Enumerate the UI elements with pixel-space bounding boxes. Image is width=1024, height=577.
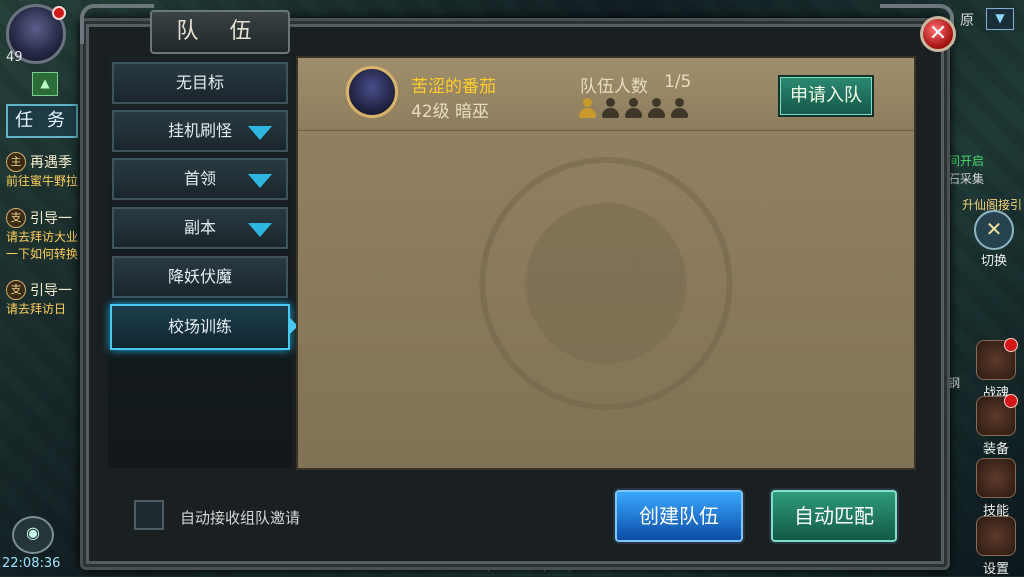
panel-title: 队 伍	[150, 10, 290, 54]
clock: 22:08:36	[2, 556, 61, 571]
side-button-label: 装备	[982, 442, 1009, 457]
category-label: 副本	[183, 218, 216, 237]
team-count-value: 1/5	[664, 72, 692, 92]
member-empty-icon	[647, 98, 665, 118]
quest-item[interactable]: 支引导一 请去拜访日	[6, 280, 88, 317]
switch-label: 切换	[980, 254, 1007, 269]
quest-title: 再遇季	[30, 155, 72, 171]
skills-button[interactable]: 技能	[974, 458, 1018, 519]
quest-desc-2: 一下如何转换	[6, 247, 79, 261]
switch-button[interactable]: ✕ 切换	[972, 210, 1016, 269]
side-note: 石采集	[947, 172, 984, 186]
settings-button[interactable]: 设置	[974, 516, 1018, 577]
leader-level-class: 42级 暗巫	[411, 102, 490, 122]
auto-accept-checkbox[interactable]	[134, 500, 164, 530]
quest-desc: 请去拜访日	[6, 302, 67, 316]
category-no-target[interactable]: 无目标	[112, 62, 288, 104]
category-label: 校场训练	[167, 317, 232, 336]
panel-corner-ornament	[80, 4, 154, 44]
war-soul-button[interactable]: 战魂	[974, 338, 1018, 401]
team-count-label: 队伍人数	[580, 77, 648, 97]
create-team-button[interactable]: 创建队伍	[615, 490, 743, 542]
quest-desc: 请去拜访大业	[6, 230, 79, 244]
player-level: 49	[6, 50, 23, 65]
leader-name: 苦涩的番茄	[411, 77, 496, 97]
quest-desc: 前往蜜牛野拉	[6, 174, 79, 188]
category-demon-hunt[interactable]: 降妖伏魔	[112, 256, 288, 298]
skill-book-icon	[976, 458, 1016, 498]
member-empty-icon	[601, 98, 619, 118]
category-training-ground[interactable]: 校场训练	[110, 304, 290, 350]
category-label: 挂机刷怪	[167, 121, 232, 140]
member-slots	[578, 98, 693, 120]
task-tab[interactable]: 任 务	[6, 104, 78, 138]
equipment-button[interactable]: 装备	[974, 394, 1018, 457]
side-button-label: 设置	[982, 562, 1009, 577]
chevron-down-icon[interactable]: ▼	[986, 8, 1014, 30]
member-empty-icon	[670, 98, 688, 118]
quest-tag: 支	[6, 208, 26, 228]
quest-item[interactable]: 支引导一 请去拜访大业 一下如何转换	[6, 208, 88, 262]
triangle-down-icon	[248, 174, 272, 188]
member-empty-icon	[624, 98, 642, 118]
quest-item[interactable]: 主再遇季 前往蜜牛野拉	[6, 152, 88, 189]
war-soul-icon	[976, 338, 1018, 380]
triangle-down-icon	[248, 223, 272, 237]
camera-icon[interactable]: ◉	[12, 516, 54, 554]
category-label: 无目标	[175, 73, 224, 92]
quest-tag: 主	[6, 152, 26, 172]
triangle-down-icon	[248, 126, 272, 140]
close-x-icon: ✕	[974, 210, 1014, 250]
leader-avatar	[346, 66, 398, 118]
side-note: 间开启	[947, 154, 984, 168]
category-dungeon[interactable]: 副本	[112, 207, 288, 249]
quest-title: 引导一	[30, 283, 72, 299]
chevron-up-icon[interactable]: ▲	[32, 72, 58, 96]
close-button[interactable]: ✕	[920, 16, 956, 52]
apply-join-button[interactable]: 申请入队	[778, 75, 874, 117]
category-boss[interactable]: 首领	[112, 158, 288, 200]
notification-dot	[52, 6, 66, 20]
gear-icon	[976, 516, 1016, 556]
auto-match-button[interactable]: 自动匹配	[771, 490, 897, 542]
category-farming[interactable]: 挂机刷怪	[112, 110, 288, 152]
auto-accept-label: 自动接收组队邀请	[180, 509, 301, 527]
quest-title: 引导一	[30, 211, 72, 227]
equipment-icon	[976, 394, 1018, 436]
category-label: 降妖伏魔	[167, 267, 232, 286]
map-name: 原	[960, 13, 974, 29]
member-filled-icon	[578, 98, 596, 118]
category-label: 首领	[183, 169, 216, 188]
quest-tag: 支	[6, 280, 26, 300]
